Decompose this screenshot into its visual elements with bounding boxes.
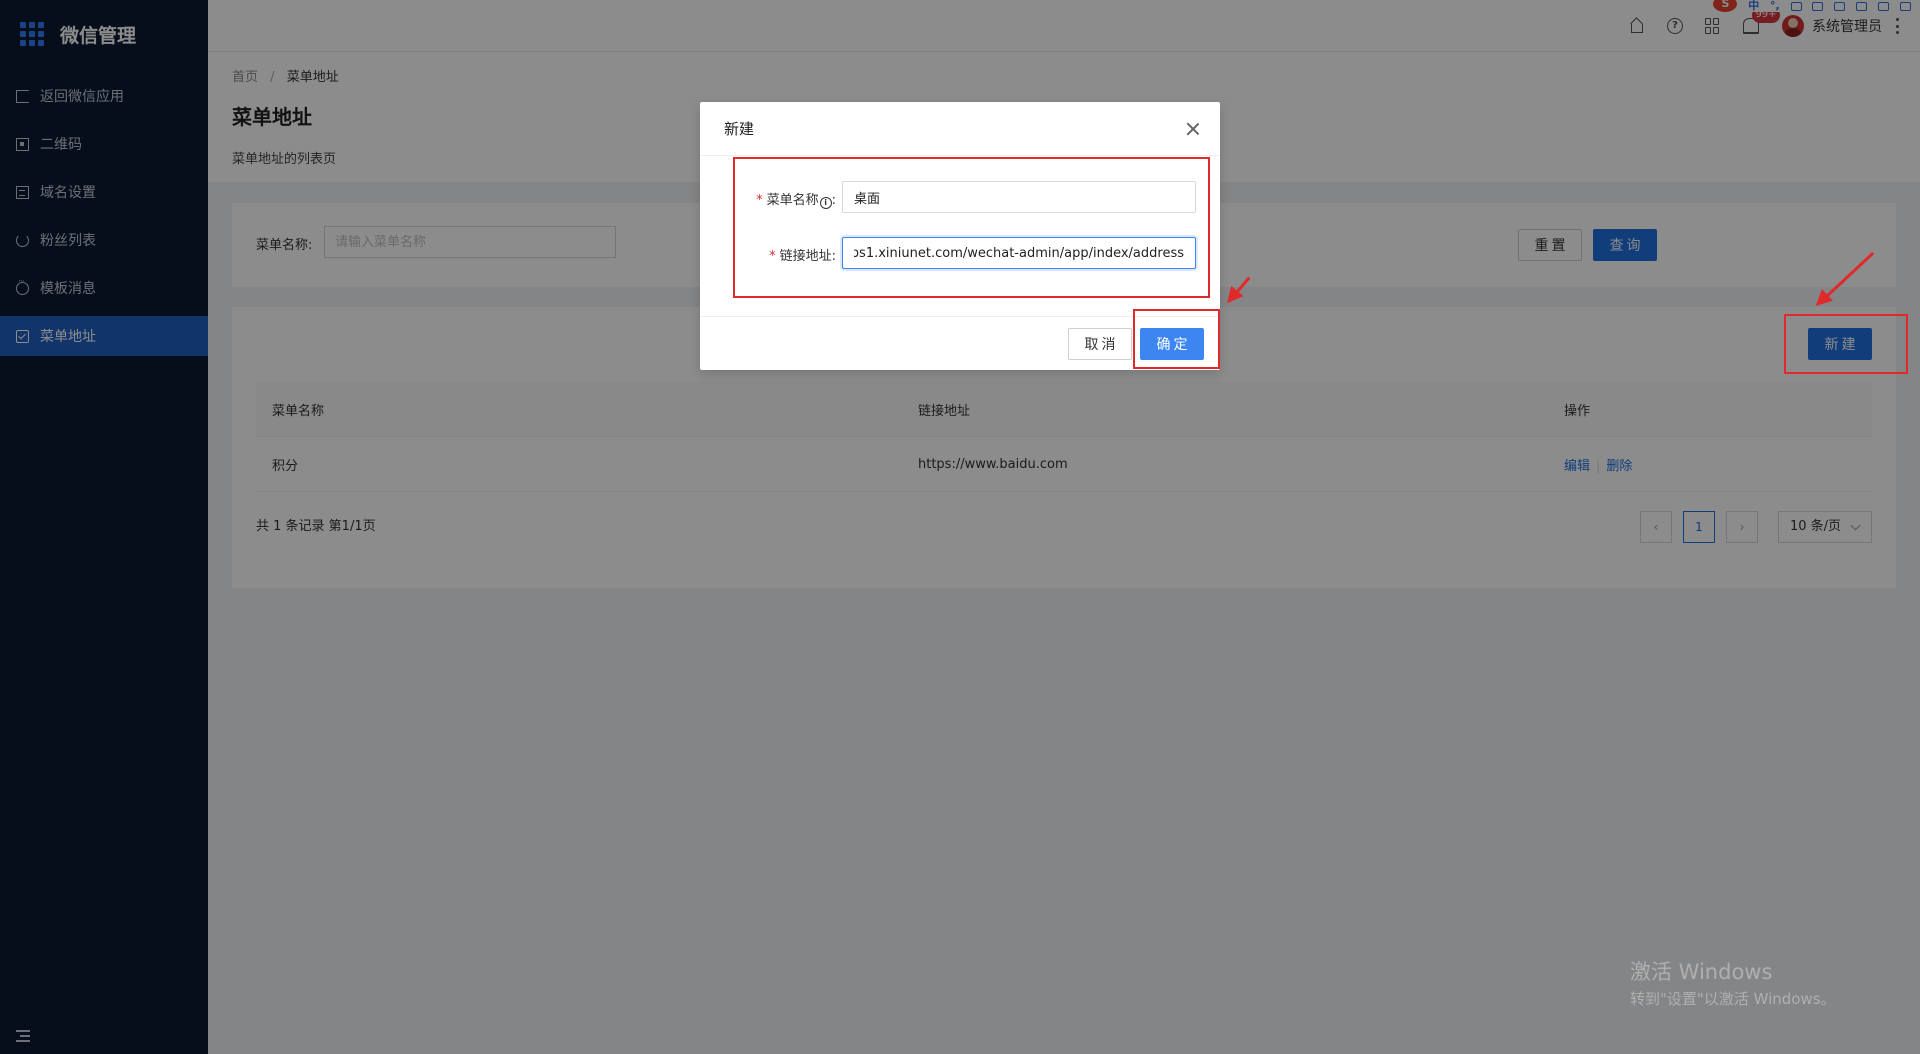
annotation-box-form xyxy=(733,157,1210,298)
watermark-line1: 激活 Windows xyxy=(1630,960,1773,984)
windows-activation-watermark: 激活 Windows 转到"设置"以激活 Windows。 xyxy=(1630,956,1836,1009)
dialog-title: 新建 xyxy=(724,120,755,138)
annotation-box-new xyxy=(1784,314,1908,374)
close-icon[interactable] xyxy=(1186,122,1200,136)
watermark-line2: 转到"设置"以激活 Windows。 xyxy=(1630,990,1836,1008)
annotation-box-ok xyxy=(1133,309,1220,369)
cancel-button[interactable]: 取消 xyxy=(1068,328,1132,360)
dialog-header: 新建 xyxy=(700,102,1220,156)
